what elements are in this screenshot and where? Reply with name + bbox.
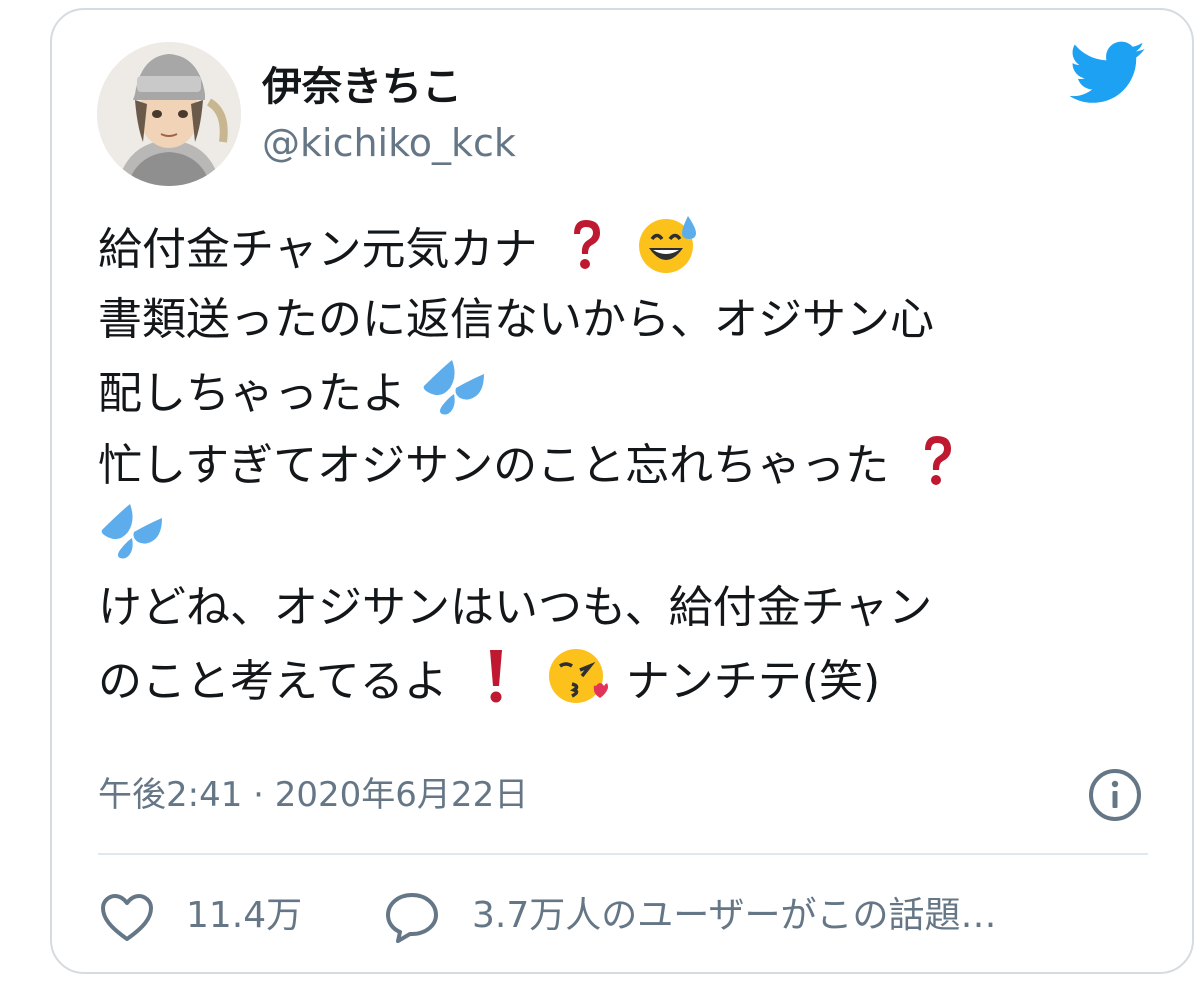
like-count[interactable]: 11.4万 <box>186 890 302 942</box>
tweet-timestamp[interactable]: 午後2:41 · 2020年6月22日 <box>98 770 528 820</box>
tweet-line <box>98 500 1148 572</box>
heart-icon[interactable] <box>100 893 154 943</box>
tweet-line-text: 忙しすぎてオジサンのこと忘れちゃった <box>98 440 890 491</box>
tweet-line-text: 給付金チャン元気カナ <box>98 224 538 275</box>
sweat-smile-emoji <box>636 212 700 276</box>
avatar-illustration-icon <box>97 42 241 186</box>
tweet-line: 配しちゃったよ <box>98 356 1148 428</box>
tweet-line-text: けどね、オジサンはいつも、給付金チャン <box>98 582 933 633</box>
tweet-line: 忙しすぎてオジサンのこと忘れちゃった <box>98 428 1148 500</box>
info-icon[interactable] <box>1088 768 1142 822</box>
display-name[interactable]: 伊奈きちこ <box>262 62 462 112</box>
tweet-line-text: ナンチテ(笑) <box>625 656 881 707</box>
kissing-heart-emoji <box>546 644 610 708</box>
tweet-line: のこと考えてるよ ナンチテ(笑) <box>98 644 1148 716</box>
tweet-line-text: 書類送ったのに返信ないから、オジサン心 <box>98 294 934 345</box>
avatar[interactable] <box>97 42 241 186</box>
tweet-line-text: 配しちゃったよ <box>98 368 406 419</box>
red-question-mark-icon <box>905 428 969 492</box>
divider <box>98 853 1148 855</box>
user-handle[interactable]: @kichiko_kck <box>262 120 516 166</box>
tweet-line: けどね、オジサンはいつも、給付金チャン <box>98 572 1148 644</box>
sweat-droplets-emoji <box>100 500 164 564</box>
tweet-line: 書類送ったのに返信ないから、オジサン心 <box>98 284 1148 356</box>
conversation-link[interactable]: 3.7万人のユーザーがこの話題… <box>472 890 997 942</box>
red-question-mark-icon <box>554 212 618 276</box>
tweet-line-text: のこと考えてるよ <box>98 656 448 707</box>
red-exclamation-icon <box>464 644 528 708</box>
tweet-text: 給付金チャン元気カナ 書類送ったのに返信ないから、オジサン心 配しちゃったよ 忙… <box>98 212 1148 716</box>
sweat-droplets-emoji <box>422 356 486 420</box>
tweet-line: 給付金チャン元気カナ <box>98 212 1148 284</box>
speech-bubble-icon[interactable] <box>384 891 440 945</box>
twitter-bird-icon[interactable] <box>1070 40 1146 106</box>
